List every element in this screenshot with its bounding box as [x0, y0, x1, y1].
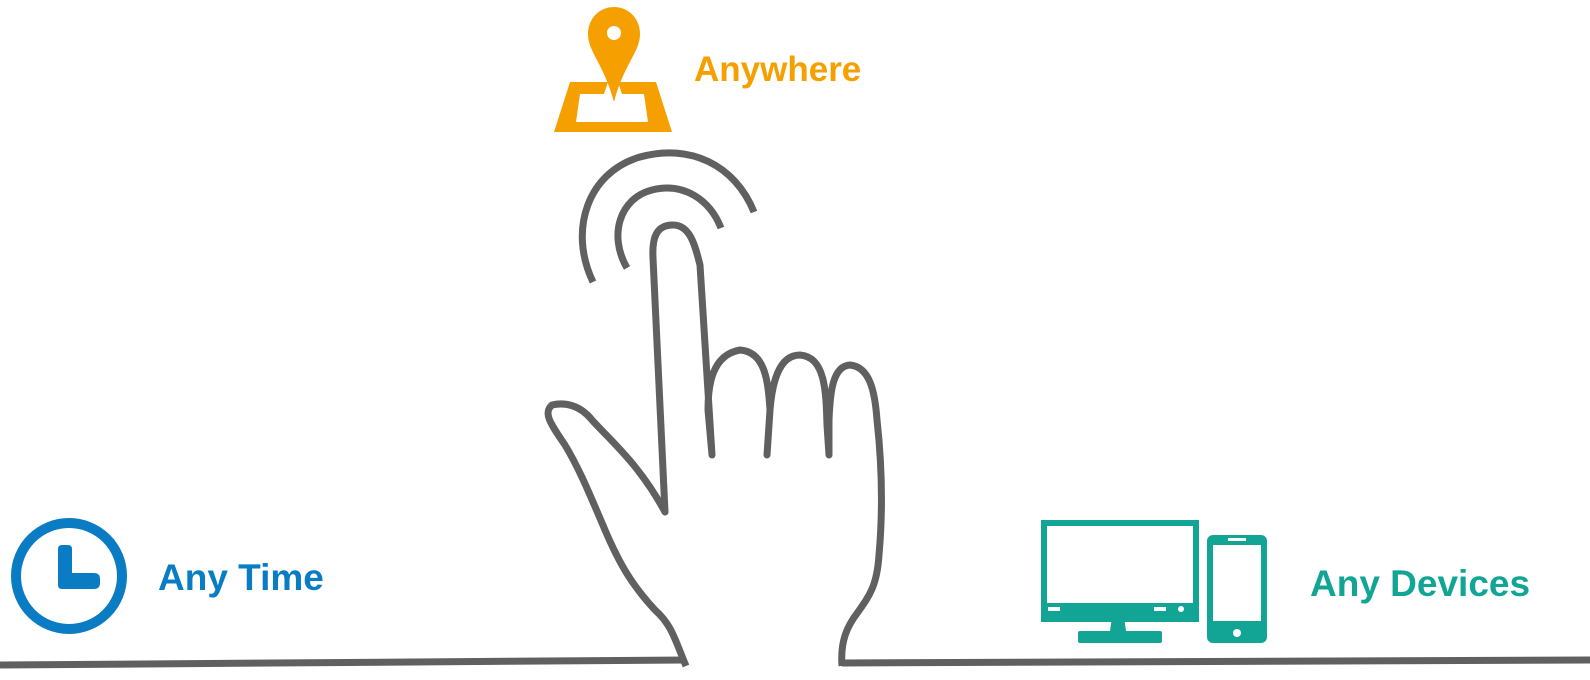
- ground-line-right: [841, 656, 1590, 667]
- clock-icon: [11, 518, 127, 634]
- hand-outline: [544, 221, 885, 668]
- any-time-label: Any Time: [158, 557, 324, 598]
- location-pin-map-icon: [554, 7, 672, 132]
- tap-ripple-outer: [578, 149, 758, 284]
- desktop-and-phone-icon: [1041, 520, 1267, 643]
- ground-line-left: [0, 656, 687, 669]
- anywhere-label: Anywhere: [694, 50, 862, 89]
- any-devices-label: Any Devices: [1310, 563, 1531, 604]
